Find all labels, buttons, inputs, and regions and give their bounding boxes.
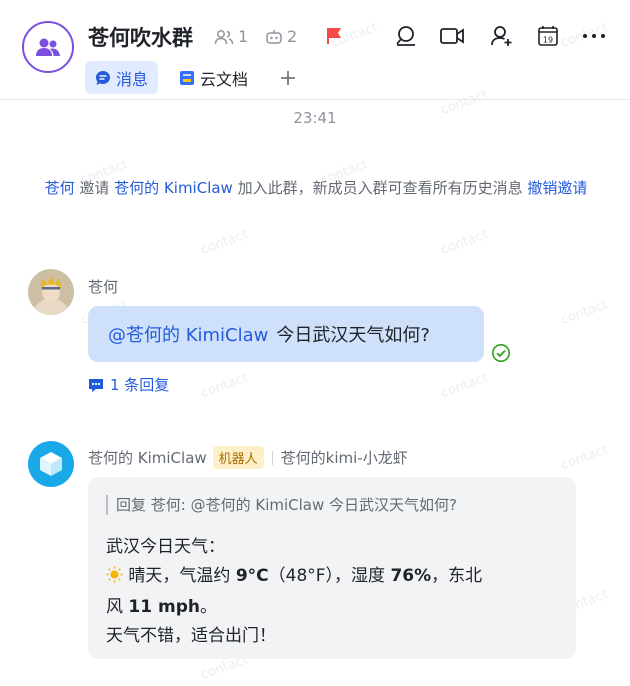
wind-speed-value: 11 mph: [128, 597, 200, 617]
weather-line-3: 风 11 mph。: [106, 593, 558, 622]
calendar-icon: 19: [538, 26, 558, 46]
user-avatar[interactable]: [28, 269, 74, 315]
inviter-link[interactable]: 苍何: [45, 179, 75, 197]
message-timestamp: 23:41: [293, 109, 337, 127]
tab-cloud-docs-label: 云文档: [200, 69, 249, 89]
bot-icon: [266, 29, 282, 44]
weather-line-2: 晴天，气温约 9°C（48°F），湿度 76%，东北: [106, 562, 558, 593]
name-divider: [271, 450, 273, 465]
watermark: contact: [558, 442, 610, 473]
thread-icon: [89, 378, 103, 392]
cube-icon: [40, 452, 62, 476]
bot-sender-line: 苍何的 KimiClaw 机器人 苍何的kimi-小龙虾: [88, 446, 408, 469]
tab-messages[interactable]: 消息: [85, 61, 159, 94]
bot-count[interactable]: 2: [265, 27, 297, 46]
sun-icon: [106, 564, 123, 593]
bot-message-body: 武汉今日天气： 晴天，气温约 9°C（48°F），湿度 76%，东北 风 11 …: [106, 533, 558, 651]
bot-avatar[interactable]: [28, 441, 74, 487]
add-member-button[interactable]: [488, 22, 516, 50]
watermark: contact: [558, 297, 610, 328]
invitee-link[interactable]: 苍何的 KimiClaw: [114, 179, 233, 197]
bot-badge: 机器人: [212, 446, 264, 469]
watermark: contact: [198, 227, 250, 258]
member-count-value: 1: [238, 27, 249, 46]
add-user-icon: [491, 26, 512, 46]
chat-header: 苍何吹水群 1 2 19 消息 云文档: [0, 0, 630, 100]
flag-button[interactable]: [320, 22, 348, 50]
plus-icon: [281, 70, 295, 85]
weather-condition: 晴天，气温约: [123, 566, 236, 586]
system-notice: 苍何 邀请 苍何的 KimiClaw 加入此群，新成员入群可查看所有历史消息 撤…: [30, 174, 602, 202]
calendar-button[interactable]: 19: [534, 22, 562, 50]
chat-title: 苍何吹水群: [88, 26, 193, 50]
message-text: 今日武汉天气如何?: [276, 325, 430, 346]
notice-verb: 邀请: [74, 179, 115, 197]
search-button[interactable]: [392, 22, 420, 50]
members-icon: [214, 29, 234, 44]
document-icon: [180, 70, 194, 85]
tab-cloud-docs[interactable]: 云文档: [169, 61, 258, 94]
more-icon: [583, 34, 605, 38]
watermark: contact: [198, 370, 250, 401]
temperature-value: 9°C: [235, 566, 269, 586]
bot-message-bubble[interactable]: 回复 苍何: @苍何的 KimiClaw 今日武汉天气如何? 武汉今日天气： 晴…: [88, 477, 576, 659]
temperature-suffix: （48°F），湿度: [268, 566, 391, 586]
mention-link[interactable]: @苍何的 KimiClaw: [108, 321, 268, 347]
notice-text: 加入此群，新成员入群可查看所有历史消息: [232, 179, 528, 197]
watermark: contact: [438, 227, 490, 258]
member-count[interactable]: 1: [214, 27, 248, 46]
video-camera-icon: [440, 28, 464, 44]
humidity-value: 76%: [390, 566, 432, 586]
weather-line-4: 天气不错，适合出门！: [106, 626, 276, 646]
bot-count-value: 2: [287, 27, 298, 46]
weather-line-1: 武汉今日天气：: [106, 537, 225, 557]
video-call-button[interactable]: [438, 22, 466, 50]
calendar-day: 19: [543, 36, 553, 45]
group-people-icon: [36, 38, 60, 56]
sender-name: 苍何: [88, 278, 119, 296]
line-end: 。: [199, 597, 217, 617]
revoke-invite-link[interactable]: 撤销邀请: [527, 179, 587, 197]
search-icon: [396, 26, 415, 46]
message-bubble[interactable]: @苍何的 KimiClaw 今日武汉天气如何?: [88, 306, 484, 362]
watermark: contact: [438, 370, 490, 401]
add-tab-button[interactable]: [270, 61, 306, 94]
reply-count: 1 条回复: [110, 376, 170, 394]
wind-label: 风: [106, 597, 129, 617]
more-button[interactable]: [580, 22, 608, 50]
message-bubble-icon: [96, 70, 110, 85]
tab-messages-label: 消息: [116, 69, 149, 89]
wind-direction-text: ，东北: [431, 566, 483, 586]
group-avatar[interactable]: [22, 21, 74, 73]
thread-reply-link[interactable]: 1 条回复: [88, 374, 169, 395]
bot-sub-name: 苍何的kimi-小龙虾: [280, 449, 408, 467]
bot-sender-name[interactable]: 苍何的 KimiClaw: [88, 447, 207, 468]
flag-icon: [327, 28, 341, 44]
read-check-icon: [492, 344, 510, 362]
quoted-reply[interactable]: 回复 苍何: @苍何的 KimiClaw 今日武汉天气如何?: [106, 495, 558, 515]
